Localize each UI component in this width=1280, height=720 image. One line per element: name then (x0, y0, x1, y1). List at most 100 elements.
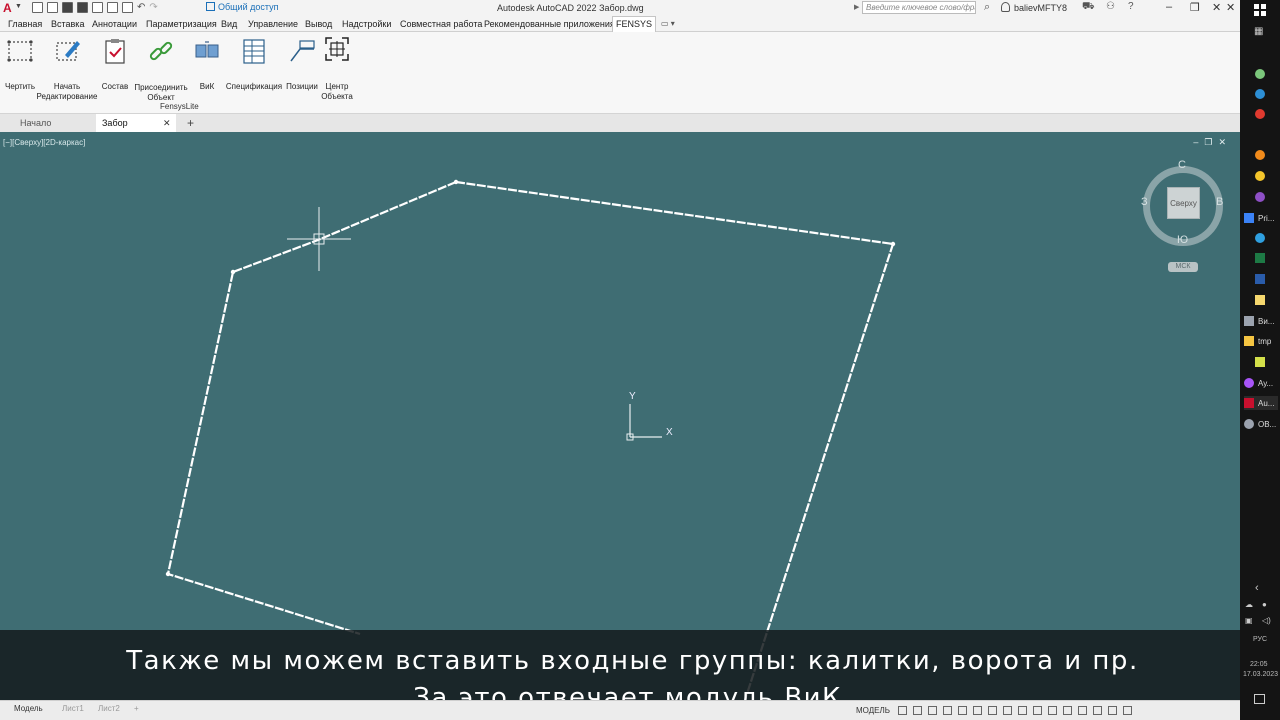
edge-icon[interactable] (1255, 89, 1265, 99)
drawing-viewport[interactable]: [−][Сверху][2D-каркас] –❐✕ Y X Сверху С … (0, 132, 1240, 700)
app-icon[interactable] (1255, 357, 1265, 367)
taskbar-item-tmp[interactable]: tmp (1244, 334, 1271, 348)
cart-icon[interactable]: ⛟ (1082, 1, 1095, 14)
print-icon[interactable] (122, 2, 133, 13)
clock-date[interactable]: 17.03.2023 (1243, 671, 1278, 678)
tab-home[interactable]: Главная (8, 19, 42, 29)
share-button[interactable]: Общий доступ (206, 2, 278, 12)
save-as-icon[interactable] (77, 2, 88, 13)
composition-button[interactable]: Состав (100, 37, 130, 92)
user-icon[interactable] (1001, 2, 1010, 12)
undo-icon[interactable]: ↶ (137, 2, 145, 13)
chevron-left-icon[interactable]: ‹ (1255, 582, 1259, 594)
app-icon[interactable] (1255, 69, 1265, 79)
excel-icon[interactable] (1255, 253, 1265, 263)
language-indicator[interactable]: РУС (1253, 636, 1267, 643)
exit-icon[interactable]: ✕ (1212, 1, 1221, 14)
redo-icon[interactable]: ↷ (149, 2, 157, 13)
taskbar-item-au[interactable]: Ау... (1244, 376, 1273, 390)
search-icon[interactable]: ⌕ (984, 1, 990, 14)
fence-vertex[interactable] (890, 241, 896, 247)
close-icon[interactable]: ✕ (1226, 1, 1235, 14)
tab-model[interactable]: Модель (14, 704, 43, 713)
notifications-icon[interactable] (1254, 694, 1265, 704)
viewcube-east-label[interactable]: В (1216, 196, 1223, 208)
workspace-icon[interactable] (1048, 706, 1057, 715)
viewcube-south-label[interactable]: Ю (1177, 234, 1188, 246)
search-expand-icon[interactable]: ▶ (854, 3, 859, 11)
username-label[interactable]: balievMFTY8 (1014, 3, 1067, 13)
tab-featured-apps[interactable]: Рекомендованные приложения (484, 19, 615, 29)
drawing-canvas[interactable] (0, 132, 1240, 700)
tab-start[interactable]: Начало (14, 114, 57, 132)
publish-icon[interactable] (107, 2, 118, 13)
model-space-button[interactable]: МОДЕЛЬ (856, 706, 890, 715)
word-icon[interactable] (1255, 274, 1265, 284)
object-center-button[interactable]: Центр Объекта (320, 35, 354, 102)
minimize-icon[interactable]: – (1166, 1, 1172, 13)
network-icon[interactable]: ⚇ (1106, 1, 1115, 12)
tab-layout1[interactable]: Лист1 (62, 704, 84, 713)
tab-view[interactable]: Вид (221, 19, 237, 29)
lineweight-icon[interactable] (988, 706, 997, 715)
telegram-icon[interactable] (1255, 233, 1265, 243)
snap-icon[interactable] (913, 706, 922, 715)
tab-layout2[interactable]: Лист2 (98, 704, 120, 713)
tab-annotate[interactable]: Аннотации (92, 19, 137, 29)
save-icon[interactable] (62, 2, 73, 13)
new-icon[interactable] (32, 2, 43, 13)
tab-output[interactable]: Вывод (305, 19, 332, 29)
fence-vertex[interactable] (230, 269, 236, 275)
microphone-icon[interactable]: ● (1262, 600, 1267, 609)
customization-icon[interactable] (1123, 706, 1132, 715)
start-editing-button[interactable]: Начать Редактирование (36, 37, 98, 102)
tab-manage[interactable]: Управление (248, 19, 298, 29)
cloud-icon[interactable]: ☁ (1245, 600, 1253, 609)
ribbon-options-icon[interactable]: ▭ ▾ (661, 19, 675, 28)
volume-icon[interactable]: ◁) (1262, 616, 1271, 625)
add-layout-icon[interactable]: + (134, 704, 139, 713)
windows-start-icon[interactable] (1254, 4, 1266, 16)
browser-icon[interactable] (1255, 192, 1265, 202)
units-icon[interactable] (1063, 706, 1072, 715)
fence-vertex[interactable] (453, 179, 459, 185)
polar-icon[interactable] (943, 706, 952, 715)
viewcube-west-label[interactable]: З (1141, 196, 1148, 208)
positions-button[interactable]: Позиции (284, 37, 320, 92)
tab-insert[interactable]: Вставка (51, 19, 84, 29)
tab-addins[interactable]: Надстройки (342, 19, 391, 29)
notes-icon[interactable] (1255, 295, 1265, 305)
ortho-icon[interactable] (928, 706, 937, 715)
app-menu-arrow-icon[interactable]: ▼ (15, 3, 22, 10)
transparency-icon[interactable] (1003, 706, 1012, 715)
fence-polyline[interactable] (455, 180, 895, 700)
fence-vertex[interactable] (165, 571, 171, 577)
network-icon[interactable]: ▣ (1245, 616, 1253, 625)
otrack-icon[interactable] (973, 706, 982, 715)
new-tab-icon[interactable]: + (187, 116, 194, 130)
firefox-icon[interactable] (1255, 150, 1265, 160)
taskbar-item-autocad[interactable]: Au... (1244, 396, 1278, 410)
clock-time[interactable]: 22:05 (1250, 661, 1268, 668)
plot-icon[interactable] (92, 2, 103, 13)
selection-cycling-icon[interactable] (1018, 706, 1027, 715)
clean-screen-icon[interactable] (1108, 706, 1117, 715)
chrome-icon[interactable] (1255, 171, 1265, 181)
attach-object-button[interactable]: Присоединить Объект (132, 37, 190, 103)
open-icon[interactable] (47, 2, 58, 13)
tab-fensys[interactable]: FENSYS (612, 16, 657, 32)
vik-button[interactable]: ВиК (192, 37, 222, 92)
annotation-scale-icon[interactable] (1033, 706, 1042, 715)
specification-button[interactable]: Спецификация (224, 37, 284, 92)
viewcube-top-face[interactable]: Сверху (1167, 187, 1200, 219)
restore-icon[interactable]: ❐ (1190, 1, 1200, 14)
tab-parametric[interactable]: Параметризация (146, 19, 217, 29)
viewcube-north-label[interactable]: С (1178, 159, 1186, 171)
search-input[interactable]: Введите ключевое слово/фразу (862, 1, 976, 14)
taskbar-item-pri[interactable]: Pri... (1244, 211, 1274, 225)
wcs-menu[interactable]: МСК (1168, 262, 1198, 272)
task-view-icon[interactable]: ▦ (1254, 26, 1263, 37)
taskbar-item-vi[interactable]: Ви... (1244, 314, 1274, 328)
taskbar-item-obs[interactable]: OB... (1244, 417, 1276, 431)
quick-properties-icon[interactable] (1078, 706, 1087, 715)
